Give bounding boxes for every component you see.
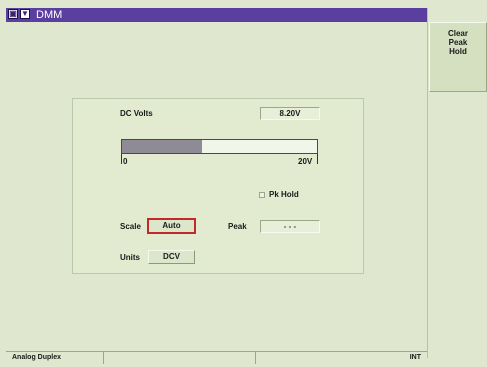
pk-hold-checkbox[interactable]	[259, 192, 265, 198]
units-button[interactable]: DCV	[148, 250, 195, 264]
window-menu-icon[interactable]: ▣	[8, 9, 18, 19]
scale-label: Scale	[120, 222, 141, 231]
bar-tick-max	[317, 154, 318, 164]
measurement-label: DC Volts	[120, 109, 153, 118]
level-bar-fill	[122, 140, 202, 153]
status-cell-2	[104, 352, 256, 364]
bar-min-label: 0	[123, 157, 128, 166]
level-bar	[121, 139, 318, 154]
units-label: Units	[120, 253, 140, 262]
peak-display: - - -	[260, 220, 320, 233]
scale-button[interactable]: Auto	[147, 218, 196, 234]
window-title: DMM	[36, 9, 63, 21]
bar-tick-min	[121, 154, 122, 164]
status-source: INT	[409, 354, 421, 361]
clear-peak-hold-label: Clear Peak Hold	[447, 29, 468, 56]
dmm-window: ▣ ▼ DMM Clear Peak Hold DC Volts 8.20V 0…	[0, 0, 487, 367]
status-mode: Analog Duplex	[6, 352, 104, 364]
title-bar: ▣ ▼ DMM	[6, 8, 427, 22]
meter-panel: DC Volts 8.20V 0 20V Pk Hold Scale Auto …	[72, 98, 364, 274]
pk-hold-label: Pk Hold	[269, 190, 299, 199]
clear-peak-hold-button[interactable]: Clear Peak Hold	[429, 22, 487, 92]
bar-max-label: 20V	[298, 157, 313, 166]
peak-label: Peak	[228, 222, 247, 231]
dropdown-icon[interactable]: ▼	[20, 9, 30, 19]
reading-display: 8.20V	[260, 107, 320, 120]
status-bar: Analog Duplex INT	[6, 351, 427, 364]
